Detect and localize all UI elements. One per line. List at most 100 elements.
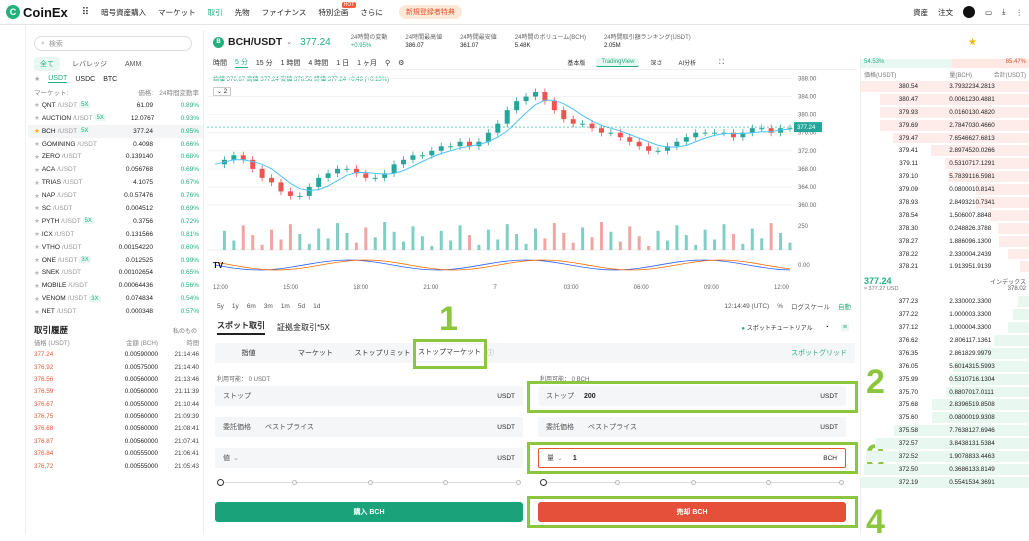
type-market[interactable]: マーケット [282,348,349,358]
market-row[interactable]: ★ ICX/USDT 0.131566 0.81% [28,228,203,241]
settings-gear-icon[interactable]: ⚙ [398,59,404,67]
bid-row[interactable]: 376.05 5.60143 15.5993 [861,360,1029,373]
nav-item[interactable]: マーケット [158,7,196,18]
bid-row[interactable]: 375.99 0.53107 16.1304 [861,373,1029,386]
market-row[interactable]: ★ PYTH/USDT 5X 0.3756 0.72% [28,215,203,228]
buy-slider-mark[interactable] [443,480,448,485]
star-icon[interactable]: ★ [34,114,40,122]
star-icon[interactable]: ★ [34,204,40,212]
bid-row[interactable]: 375.60 0.08000 19.9308 [861,411,1029,424]
ask-row[interactable]: 378.30 0.24882 6.3788 [861,222,1029,235]
sell-slider[interactable] [540,479,844,487]
bid-row[interactable]: 377.22 1.00000 3.3300 [861,308,1029,321]
interval-tab[interactable]: 1 ヶ月 [357,58,377,68]
sell-slider-mark[interactable] [691,480,696,485]
market-row[interactable]: ★ AUCTION/USDT 5X 12.0767 0.93% [28,112,203,125]
bid-row[interactable]: 375.70 0.88070 17.0111 [861,386,1029,399]
ask-row[interactable]: 378.27 1.88609 6.1300 [861,235,1029,248]
star-icon[interactable]: ★ [34,256,40,264]
col-market[interactable]: マーケット: [34,87,103,97]
filter-amm[interactable]: AMM [119,59,147,70]
col-change[interactable]: 24時間変動率 [153,87,199,97]
bid-row[interactable]: 375.68 2.83965 19.8508 [861,398,1029,411]
ask-row[interactable]: 380.47 0.00612 30.4881 [861,93,1029,106]
range-button[interactable]: 5y [217,303,224,310]
ask-row[interactable]: 379.41 2.89745 20.0266 [861,144,1029,157]
pair-selector[interactable]: B BCH/USDT ⌄ [213,36,292,48]
quote-usdc[interactable]: USDC [75,76,95,83]
ask-row[interactable]: 378.22 2.33000 4.2439 [861,248,1029,261]
buy-slider-mark[interactable] [368,480,373,485]
interval-tab[interactable]: 1 日 [336,58,349,68]
market-row[interactable]: ★ MOBILE/USDT 0.00064436 0.56% [28,279,203,292]
market-row[interactable]: ★ VTHO/USDT 0.00154220 0.60% [28,241,203,254]
market-row[interactable]: ★ SNEK/USDT 0.00102654 0.65% [28,266,203,279]
sell-price-input[interactable]: 委託価格 ベストプライス USDT [538,417,846,437]
range-button[interactable]: 3m [264,303,273,310]
auto-toggle[interactable]: 自動 [838,301,851,311]
col-price[interactable]: 価格: [103,87,153,97]
market-row[interactable]: ★ QNT/USDT 5X 61.09 0.89% [28,99,203,112]
buy-stop-input[interactable]: ストップ USDT [215,386,523,406]
download-icon[interactable]: ⤓ [1002,7,1005,17]
star-icon[interactable]: ★ [34,166,40,174]
type-stop-limit[interactable]: ストップリミット [349,348,416,358]
message-icon[interactable]: ▭ [985,8,992,17]
bid-row[interactable]: 372.19 0.55415 34.3691 [861,476,1029,489]
nav-item[interactable]: 特別企画 HOT [318,1,357,18]
market-row[interactable]: ★ ACA/USDT 0.056768 0.69% [28,163,203,176]
apps-grid-icon[interactable]: ⠿ [82,7,89,18]
buy-slider[interactable] [217,479,521,487]
avatar[interactable] [963,6,976,18]
star-icon[interactable]: ★ [34,269,40,277]
buy-slider-mark[interactable] [292,480,297,485]
nav-item[interactable]: ファイナンス [262,7,307,18]
sell-slider-mark[interactable] [766,480,771,485]
interval-tab[interactable]: 4 時間 [308,58,328,68]
orders-menu[interactable]: 注文 [938,7,953,18]
market-row[interactable]: ★ ONE/USDT 3X 0.012525 0.99% [28,254,203,267]
ask-row[interactable]: 379.11 0.53107 17.1291 [861,157,1029,170]
settings-icon[interactable]: ⋮ [1016,8,1024,17]
indicator-icon[interactable]: ⚲ [385,59,390,67]
ask-row[interactable]: 379.69 2.78470 30.4660 [861,119,1029,132]
nav-item[interactable]: 取引 [208,7,223,18]
tab-margin[interactable]: 証拠金取引*5X [277,322,330,333]
market-row[interactable]: ★ BCH/USDT 5X 377.24 0.95% [28,124,203,138]
interval-tab[interactable]: 1 時間 [281,58,301,68]
ask-row[interactable]: 379.47 7.65466 27.6813 [861,132,1029,145]
star-icon[interactable]: ★ [34,140,40,148]
market-row[interactable]: ★ NAP/USDT 0.0.57476 0.76% [28,189,203,202]
bid-row[interactable]: 375.58 7.76381 27.6946 [861,424,1029,437]
tab-spot[interactable]: スポット取引 [217,320,265,335]
bid-row[interactable]: 377.12 1.00000 4.3300 [861,321,1029,334]
star-icon[interactable]: ★ [34,153,40,161]
interval-tab[interactable]: 15 分 [256,58,273,68]
bid-row[interactable]: 372.52 1.90788 33.4463 [861,450,1029,463]
star-icon[interactable]: ★ [34,230,40,238]
market-search[interactable]: ⌕ 検索 [34,36,192,51]
star-icon[interactable]: ★ [34,101,40,109]
log-toggle[interactable]: ログスケール [791,301,830,311]
star-icon[interactable]: ★ [34,295,40,303]
ask-row[interactable]: 379.93 0.01601 30.4820 [861,106,1029,119]
star-icon[interactable]: ★ [34,308,40,316]
star-icon[interactable]: ★ [34,282,40,290]
ask-row[interactable]: 378.93 2.84932 10.7341 [861,196,1029,209]
list-icon[interactable]: ≡ [840,323,849,331]
market-row[interactable]: ★ TRIAS/USDT 4.1075 0.67% [28,176,203,189]
percent-toggle[interactable]: % [777,303,783,310]
pie-icon[interactable]: ◔ [825,324,829,331]
star-icon[interactable]: ★ [34,192,40,200]
buy-qty-input[interactable]: 値 ⌄ USDT [215,448,523,468]
market-row[interactable]: ★ NET/USDT 0.000348 0.57% [28,305,203,318]
view-tab[interactable]: 基本版 [562,57,590,68]
range-button[interactable]: 1m [281,303,290,310]
price-chart[interactable]: 始値 376.67 高値 377.24 安値 376.56 終値 377.24 … [207,70,857,300]
sell-slider-mark[interactable] [839,480,844,485]
filter-all[interactable]: 全て [34,57,60,71]
bid-row[interactable]: 376.62 2.80611 7.1361 [861,334,1029,347]
view-tab[interactable]: TradingView [596,58,640,67]
market-row[interactable]: ★ GOMINING/USDT 0.4098 0.66% [28,138,203,151]
buy-slider-handle[interactable] [217,479,224,486]
